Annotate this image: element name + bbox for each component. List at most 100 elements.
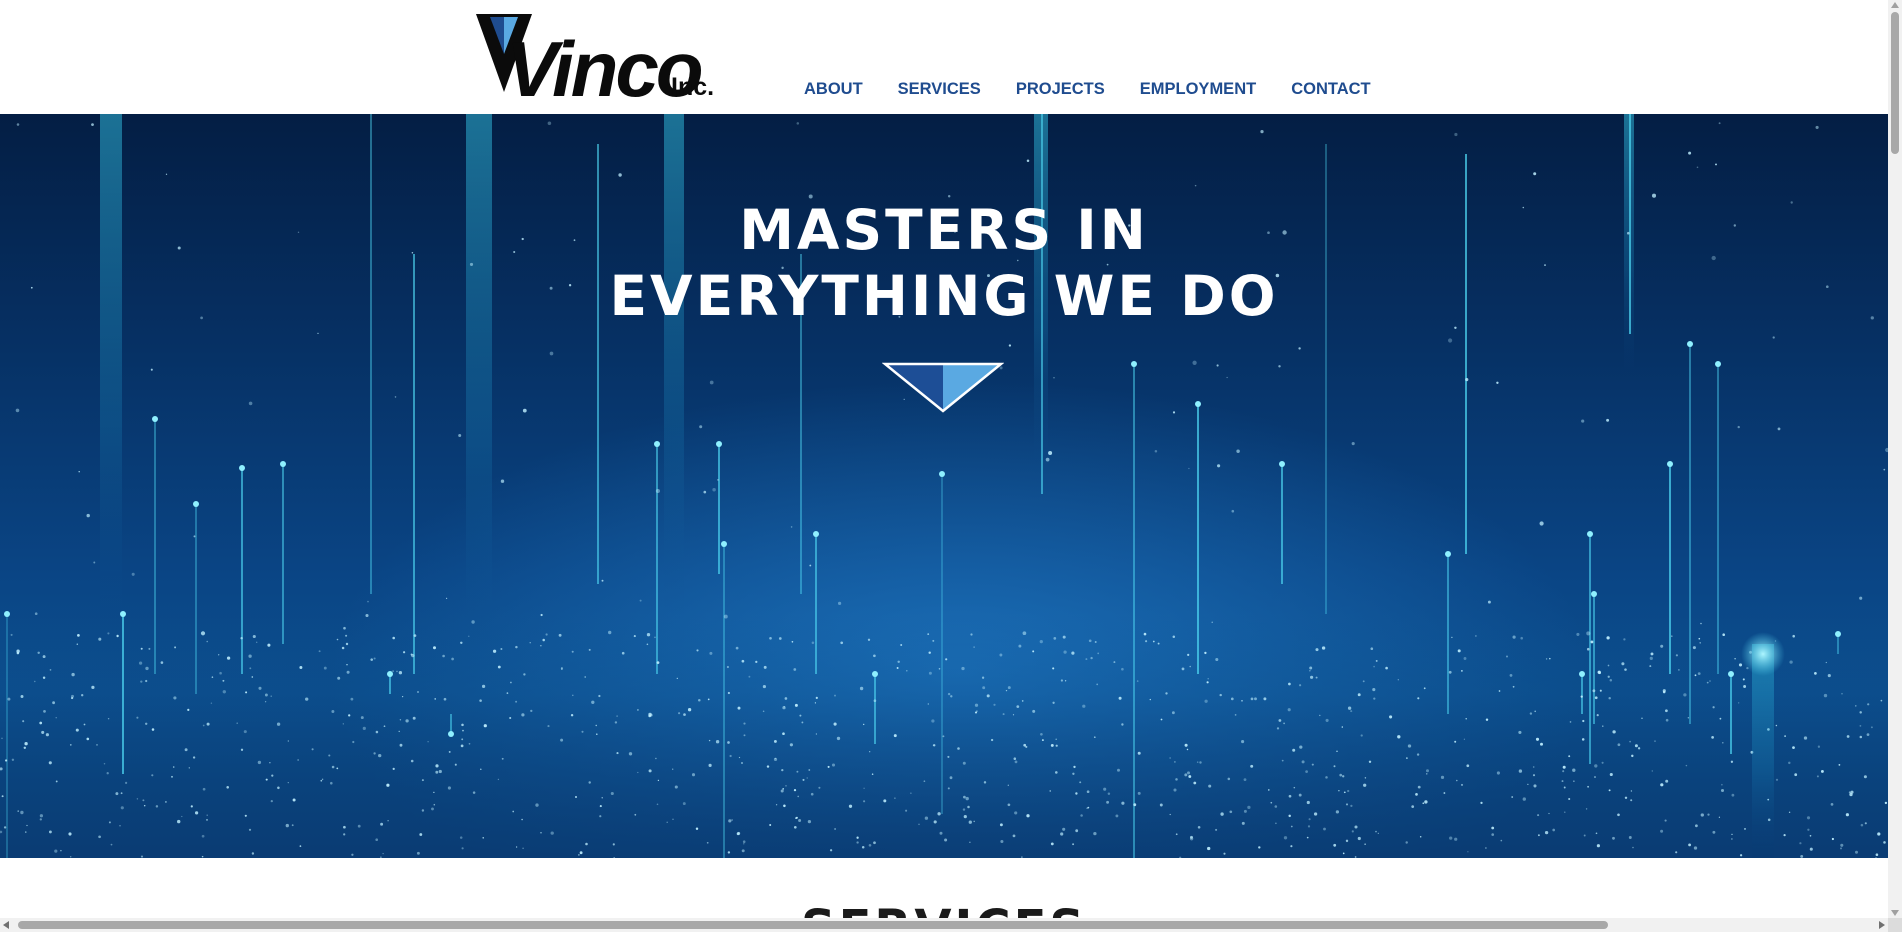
scroll-down-icon[interactable] (1891, 910, 1899, 916)
particle-dot (1722, 742, 1724, 744)
particle-dot (1311, 763, 1314, 766)
nav-item-employment[interactable]: EMPLOYMENT (1140, 78, 1256, 100)
particle-dot (1018, 644, 1022, 648)
nav-item-services[interactable]: SERVICES (898, 78, 981, 100)
particle-dot (1350, 710, 1353, 713)
particle-dot (1800, 854, 1804, 858)
particle-dot (773, 739, 777, 743)
particle-dot (1460, 783, 1464, 786)
particle-dot (5, 759, 8, 762)
particle-dot (270, 799, 273, 803)
particle-dot (264, 701, 267, 703)
particle-dot (1184, 773, 1188, 777)
star-dot (1217, 464, 1221, 468)
particle-dot (174, 646, 177, 649)
particle-dot (1040, 732, 1043, 736)
particle-dot (210, 702, 213, 704)
vertical-scroll-thumb[interactable] (1891, 12, 1899, 154)
horizontal-scrollbar[interactable] (0, 918, 1888, 932)
particle-dot (392, 670, 394, 672)
star-dot (394, 396, 397, 398)
particle-dot (1423, 687, 1426, 690)
particle-dot (782, 788, 785, 790)
particle-dot (1799, 842, 1802, 845)
particle-dot (264, 693, 268, 697)
nav-item-projects[interactable]: PROJECTS (1016, 78, 1105, 100)
particle-dot (1520, 636, 1523, 640)
particle-dot (459, 836, 463, 839)
particle-dot (1005, 689, 1008, 692)
particle-dot (1823, 693, 1828, 698)
particle-dot (483, 724, 487, 728)
particle-dot (1845, 813, 1849, 817)
particle-dot (1157, 642, 1160, 645)
particle-dot (1840, 847, 1842, 850)
star-dot (549, 351, 554, 356)
particle-dot (1794, 773, 1798, 777)
particle-dot (1742, 678, 1745, 681)
particle-dot (83, 723, 86, 726)
star-dot (343, 626, 346, 630)
nav-item-about[interactable]: ABOUT (804, 78, 863, 100)
particle-dot (398, 671, 403, 675)
particle-dot (794, 703, 798, 707)
triangle-down-icon[interactable] (882, 361, 1004, 415)
scroll-up-icon[interactable] (1891, 2, 1899, 8)
particle-dot (277, 786, 280, 790)
particle-dot (1341, 726, 1344, 728)
particle-dot (927, 633, 930, 635)
particle-dot (708, 739, 711, 742)
particle-dot (1145, 640, 1148, 643)
particle-dot (1096, 683, 1099, 686)
particle-dot (616, 752, 619, 755)
nav-item-contact[interactable]: CONTACT (1291, 78, 1370, 100)
vertical-scrollbar[interactable] (1888, 0, 1902, 932)
particle-dot (1572, 768, 1576, 772)
particle-dot (1623, 638, 1626, 641)
particle-dot (1032, 709, 1036, 713)
star-dot (1737, 425, 1740, 429)
star-dot (1053, 377, 1055, 379)
particle-dot (1118, 696, 1122, 700)
particle-dot (1121, 801, 1125, 805)
particle-dot (1121, 723, 1124, 726)
scroll-left-icon[interactable] (3, 921, 9, 929)
horizontal-scroll-thumb[interactable] (18, 921, 1608, 929)
particle-dot (1071, 651, 1075, 655)
particle-dot (468, 742, 471, 745)
particle-dot (1075, 792, 1078, 795)
particle-dot (610, 791, 614, 796)
particle-dot (1016, 705, 1020, 708)
particle-dot (136, 716, 139, 719)
particle-dot (427, 741, 429, 743)
particle-dot (595, 724, 597, 727)
particle-dot (398, 730, 400, 733)
particle-dot (1032, 650, 1035, 653)
star-dot (1448, 338, 1453, 343)
particle-dot (581, 730, 584, 733)
star-dot (601, 579, 604, 582)
light-dot (448, 731, 454, 737)
particle-dot (380, 822, 384, 826)
star-dot (193, 535, 196, 538)
scroll-right-icon[interactable] (1879, 921, 1885, 929)
vinco-logo[interactable]: Vinco Inc. (476, 14, 716, 108)
particle-dot (709, 651, 713, 655)
particle-dot (973, 646, 975, 648)
particle-dot (222, 690, 226, 694)
particle-dot (173, 696, 177, 700)
particle-dot (1064, 680, 1067, 682)
particle-dot (1397, 679, 1399, 681)
star-dot (1260, 129, 1264, 134)
particle-dot (784, 697, 788, 700)
particle-dot (419, 833, 423, 836)
particle-dot (1117, 768, 1120, 772)
particle-dot (1354, 825, 1358, 829)
particle-dot (206, 814, 208, 816)
particle-dot (1041, 739, 1044, 742)
particle-dot (763, 665, 767, 669)
particle-dot (1630, 790, 1633, 792)
particle-dot (1820, 769, 1824, 773)
particle-dot (155, 805, 159, 808)
particle-dot (1405, 841, 1408, 844)
